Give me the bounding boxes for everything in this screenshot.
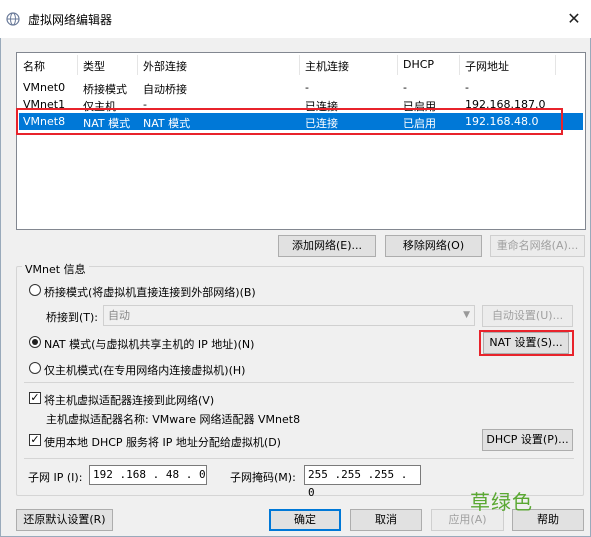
subnet-ip-label: 子网 IP (I): — [28, 471, 83, 484]
close-icon[interactable]: ✕ — [562, 8, 586, 30]
divider — [24, 458, 574, 459]
connect-adapter-checkbox[interactable]: ✓ — [29, 392, 41, 404]
rename-network-button[interactable]: 重命名网络(A)... — [490, 235, 585, 257]
ok-button[interactable]: 确定 — [269, 509, 341, 531]
bridge-to-select[interactable]: 自动 ▼ — [103, 305, 475, 326]
subnet-mask-label: 子网掩码(M): — [230, 471, 296, 484]
nat-mode-radio[interactable] — [29, 336, 41, 348]
add-network-button[interactable]: 添加网络(E)... — [278, 235, 376, 257]
list-header: 名称 类型 外部连接 主机连接 DHCP 子网地址 — [17, 53, 585, 77]
chevron-down-icon: ▼ — [463, 310, 470, 320]
bridge-to-label: 桥接到(T): — [46, 311, 99, 324]
use-dhcp-label: 使用本地 DHCP 服务将 IP 地址分配给虚拟机(D) — [44, 436, 281, 449]
vmnet-info-group — [16, 266, 584, 496]
divider — [24, 382, 574, 383]
bridge-mode-label: 桥接模式(将虚拟机直接连接到外部网络)(B) — [44, 286, 256, 299]
bridge-mode-radio[interactable] — [29, 284, 41, 296]
host-only-radio[interactable] — [29, 362, 41, 374]
restore-defaults-button[interactable]: 还原默认设置(R) — [16, 509, 113, 531]
dhcp-settings-button[interactable]: DHCP 设置(P)... — [482, 429, 573, 451]
subnet-ip-input[interactable]: 192 .168 . 48 . 0 — [89, 465, 207, 485]
column-header-subnet[interactable]: 子网地址 — [465, 58, 509, 74]
nat-settings-highlight-annotation — [479, 330, 574, 356]
subnet-mask-input[interactable]: 255 .255 .255 . 0 — [304, 465, 421, 499]
column-header-dhcp[interactable]: DHCP — [403, 58, 434, 71]
vmnet-info-label: VMnet 信息 — [22, 261, 89, 277]
column-header-name[interactable]: 名称 — [23, 58, 45, 74]
column-header-type[interactable]: 类型 — [83, 58, 105, 74]
remove-network-button[interactable]: 移除网络(O) — [385, 235, 482, 257]
row-highlight-annotation — [16, 108, 563, 135]
window-title: 虚拟网络编辑器 — [28, 13, 113, 27]
adapter-name-text: 主机虚拟适配器名称: VMware 网络适配器 VMnet8 — [46, 413, 301, 426]
network-list[interactable]: 名称 类型 外部连接 主机连接 DHCP 子网地址 VMnet0 桥接模式 自动… — [16, 52, 586, 230]
column-header-host[interactable]: 主机连接 — [305, 58, 349, 74]
connect-adapter-label: 将主机虚拟适配器连接到此网络(V) — [44, 394, 215, 407]
column-header-external[interactable]: 外部连接 — [143, 58, 187, 74]
network-globe-icon — [6, 12, 20, 26]
cancel-button[interactable]: 取消 — [350, 509, 422, 531]
use-dhcp-checkbox[interactable]: ✓ — [29, 434, 41, 446]
watermark-text: 草绿色 — [470, 490, 533, 514]
nat-mode-label: NAT 模式(与虚拟机共享主机的 IP 地址)(N) — [44, 338, 255, 351]
auto-settings-button[interactable]: 自动设置(U)... — [482, 305, 573, 327]
table-row[interactable]: VMnet0 桥接模式 自动桥接 - - - — [19, 79, 583, 96]
host-only-label: 仅主机模式(在专用网络内连接虚拟机)(H) — [44, 364, 246, 377]
